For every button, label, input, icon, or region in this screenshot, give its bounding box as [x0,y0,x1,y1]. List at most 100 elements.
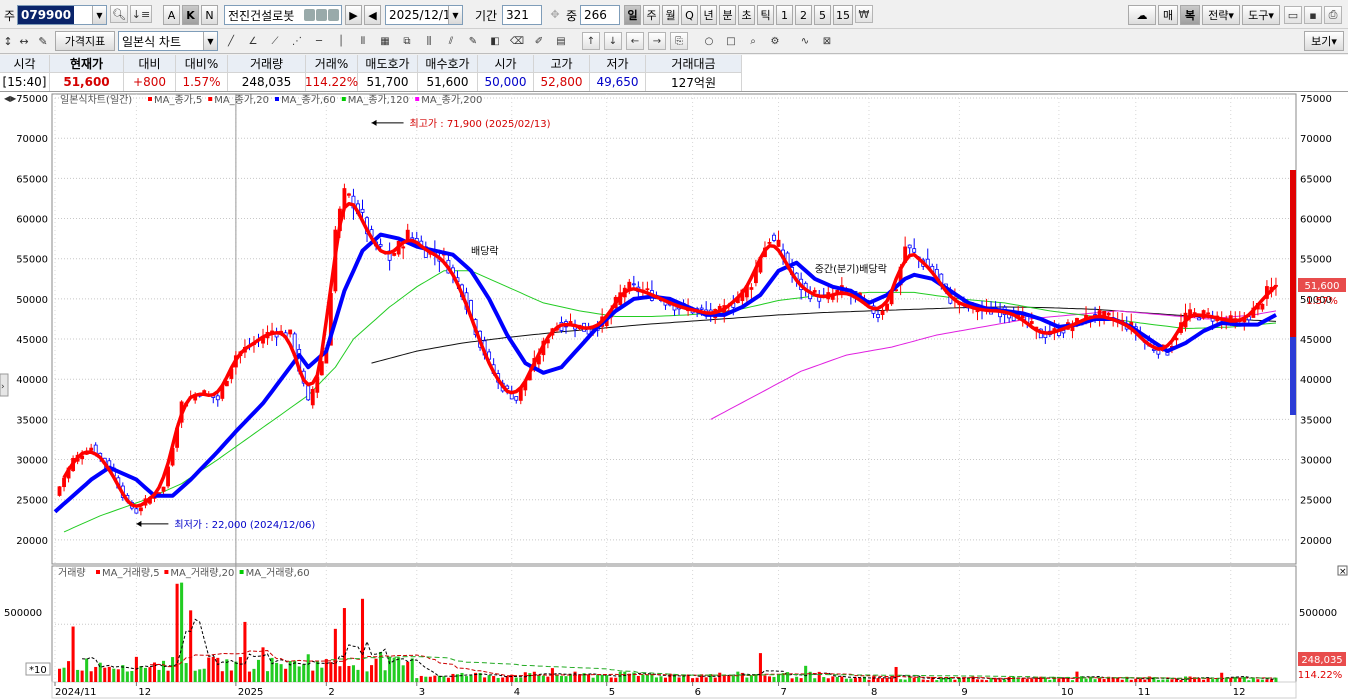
trend-tool-icon[interactable]: ⟋ [266,32,284,50]
strategy-button[interactable]: 전략 ▾ [1202,5,1240,25]
period-value: 321 [506,8,529,22]
period-button[interactable]: 1 [776,5,793,25]
period-button[interactable]: 틱 [757,5,774,25]
cloud-icon[interactable]: ☁ [1128,5,1156,25]
won-icon[interactable]: ₩ [855,5,873,23]
period-button[interactable]: 2 [795,5,812,25]
stock-name-field[interactable]: 전진건설로봇 [224,5,342,25]
palette-tool-icon[interactable]: ◧ [486,32,504,50]
volume-bar [419,675,423,682]
cycle-tool-icon[interactable]: ⦀ [354,32,372,50]
date-field[interactable]: 2025/12/15 ▼ [385,5,463,25]
indicator-button[interactable]: 가격지표 [55,31,115,51]
period-button[interactable]: 주 [643,5,660,25]
volume-bar [1165,679,1169,682]
volume-legend: MA_거래량,5 MA_거래량,20 MA_거래량,60 [96,567,310,579]
period-button[interactable]: 년 [700,5,717,25]
volume-bar [446,677,450,682]
quote-value: 49,650 [590,73,646,91]
x-tick-label: 12 [138,687,151,698]
candle-body [776,239,781,247]
memo-tool-icon[interactable]: ▤ [552,32,570,50]
candle-body [161,486,166,492]
current-price-label: 51,600 [1305,281,1340,292]
volume-bar [546,676,550,682]
edit-icon[interactable]: ✎ [34,32,52,50]
period-button[interactable]: 분 [719,5,736,25]
volume-bar [795,676,799,682]
search-icon[interactable]: 🔍︎ [110,5,128,23]
save-icon[interactable]: ▪ [1304,6,1322,24]
eraser-tool-icon[interactable]: ⌫ [508,32,526,50]
fib-tool-icon[interactable]: ⧉ [398,32,416,50]
period-button[interactable]: 5 [814,5,831,25]
period-button[interactable]: Q [681,5,698,25]
settings-tool-icon[interactable]: ⚙ [766,32,784,50]
play-forward-icon[interactable]: ▶ [345,5,362,25]
right-tool-icon[interactable]: → [648,32,666,50]
up-tool-icon[interactable]: ↑ [582,32,600,50]
chart-type-dropdown-icon[interactable]: ▼ [203,32,217,50]
view-button[interactable]: 보기 ▾ [1304,31,1344,51]
volume-unit-label: *10 [29,665,47,676]
vertical-arrows-icon[interactable]: ↕ [2,32,14,50]
flag-n-button[interactable]: N [201,5,218,25]
x-tick-label: 3 [419,687,425,698]
square-tool-icon[interactable]: □ [722,32,740,50]
quote-header: 현재가 [50,55,124,73]
volume-bar [496,677,500,682]
play-back-icon[interactable]: ◀ [364,5,381,25]
tools-button[interactable]: 도구 ▾ [1242,5,1280,25]
period-button[interactable]: 초 [738,5,755,25]
down-tool-icon[interactable]: ↓ [604,32,622,50]
folder-icon[interactable]: ▭ [1284,6,1302,24]
volume-bar [492,676,496,682]
stock-chart[interactable]: 20000 20000 25000 25000 30000 30000 35000 35000… [0,92,1348,699]
chart-canvas[interactable]: 20000 2000025000 2500030000 3000035000 35000… [0,92,1348,699]
period-button[interactable]: 월 [662,5,679,25]
angle-tool-icon[interactable]: ∠ [244,32,262,50]
period-button[interactable]: 15 [833,5,853,25]
scroll-arrows-icon[interactable]: ◀▶ [4,94,17,103]
date-dropdown-icon[interactable]: ▼ [448,6,462,24]
sort-icon[interactable]: ↓≡ [130,5,152,23]
period-button[interactable]: 일 [624,5,641,25]
mark-tool-icon[interactable]: ⎘ [670,32,688,50]
volume-bar [858,677,862,682]
quote-value: 51,600 [50,73,124,91]
mid-input[interactable]: 266 [580,5,620,25]
flag-a-button[interactable]: A [163,5,180,25]
grid-tool-icon[interactable]: ▦ [376,32,394,50]
move-icon[interactable]: ✥ [546,5,564,23]
right-button-2[interactable]: 복 [1180,5,1200,25]
channel-tool-icon[interactable]: ⫽ [442,32,460,50]
pencil-tool-icon[interactable]: ✎ [464,32,482,50]
circle-tool-icon[interactable]: ○ [700,32,718,50]
chart-type-select[interactable]: 일본식 차트 ▼ [118,31,218,51]
hline-tool-icon[interactable]: ─ [310,32,328,50]
volume-bar [1093,679,1097,682]
vline-tool-icon[interactable]: │ [332,32,350,50]
line-tool-icon[interactable]: ╱ [222,32,240,50]
note-tool-icon[interactable]: ✐ [530,32,548,50]
quote-value: 1.57% [176,73,228,91]
zoom-tool-icon[interactable]: ⌕ [744,32,762,50]
horizontal-arrows-icon[interactable]: ↔ [16,32,32,50]
volume-bar [261,647,265,682]
left-tool-icon[interactable]: ← [626,32,644,50]
y-tick-label-left: 60000 [16,215,48,226]
volume-bar [528,673,532,682]
period-input[interactable]: 321 [502,5,542,25]
print-icon[interactable]: ⎙ [1324,6,1342,24]
volume-bar [198,669,202,682]
volume-bar [175,583,179,682]
delete-tool-icon[interactable]: ⊠ [818,32,836,50]
code-dropdown-icon[interactable]: ▼ [92,6,106,24]
volume-legend-swatch [239,570,244,574]
bars-tool-icon[interactable]: ⫼ [420,32,438,50]
right-button-1[interactable]: 매 [1158,5,1178,25]
wave-tool-icon[interactable]: ∿ [796,32,814,50]
flag-k-button[interactable]: K [182,5,199,25]
fan-tool-icon[interactable]: ⋰ [288,32,306,50]
stock-code-field[interactable]: 079900 ▼ [17,5,107,25]
